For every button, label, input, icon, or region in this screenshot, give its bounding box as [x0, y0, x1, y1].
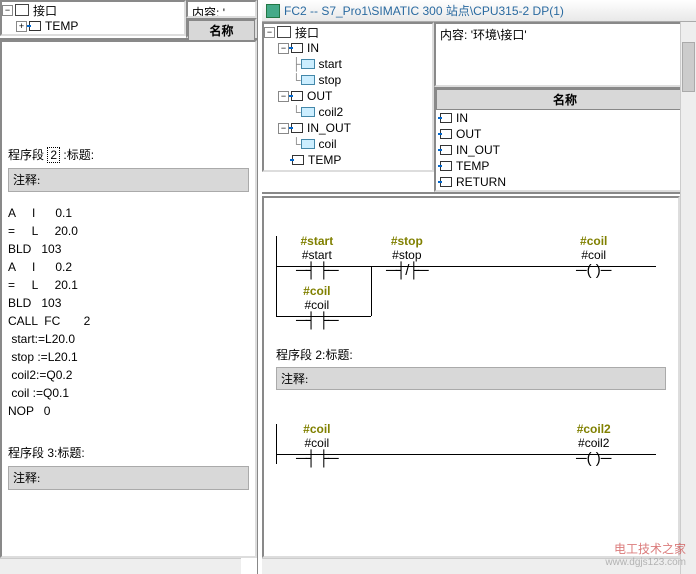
right-content-cell: 内容: '环境\接口'	[434, 22, 696, 87]
name-item[interactable]: OUT	[436, 126, 694, 142]
tree-start[interactable]: start	[319, 57, 342, 71]
tree-collapse-icon[interactable]: −	[278, 43, 289, 54]
param-icon	[291, 43, 303, 53]
right-interface-tree[interactable]: −接口 −IN ├ start └ stop −OUT └ coil2 −IN_…	[262, 22, 434, 172]
stl-line[interactable]: A I 0.1	[8, 204, 249, 222]
ladder-body: #start #start ─┤ ├─ #stop #stop ─┤/├─ #c…	[262, 196, 680, 558]
name-item[interactable]: IN	[436, 110, 694, 126]
block-icon	[15, 4, 29, 16]
stl-line[interactable]: BLD 103	[8, 240, 249, 258]
name-item-label: TEMP	[456, 159, 489, 173]
name-column-header[interactable]: 名称	[436, 89, 694, 110]
name-item[interactable]: IN_OUT	[436, 142, 694, 158]
var-icon	[301, 75, 315, 85]
tree-inout[interactable]: IN_OUT	[307, 121, 351, 135]
tree-out[interactable]: OUT	[307, 89, 332, 103]
stl-line[interactable]: BLD 103	[8, 294, 249, 312]
segment-2-title: 程序段 2 :标题:	[8, 146, 249, 164]
segment-3-title: 程序段 3:标题:	[8, 444, 249, 462]
param-icon	[29, 21, 41, 31]
left-code-body: 程序段 2 :标题: 注释: A I 0.1 = L 20.0 BLD 103 …	[0, 40, 257, 558]
param-icon	[440, 113, 452, 123]
left-content-cell: 内容: '	[186, 0, 257, 18]
comment-bar[interactable]: 注释:	[276, 367, 666, 390]
tree-coil[interactable]: coil	[319, 137, 337, 151]
comment-bar[interactable]: 注释:	[8, 466, 249, 490]
tree-collapse-icon[interactable]: −	[264, 27, 275, 38]
tree-expand-icon[interactable]: +	[16, 21, 27, 32]
output-coil[interactable]: #coil #coil ─( )─	[576, 234, 611, 279]
var-icon	[301, 59, 315, 69]
right-pane: FC2 -- S7_Pro1\SIMATIC 300 站点\CPU315-2 D…	[262, 0, 696, 574]
comment-bar[interactable]: 注释:	[8, 168, 249, 192]
param-icon	[440, 161, 452, 171]
left-pane: − 接口 + TEMP 内容: ' 名称 TEMP	[0, 0, 258, 574]
vertical-scrollbar[interactable]	[680, 22, 696, 574]
name-item-label: RETURN	[456, 175, 506, 189]
tree-collapse-icon[interactable]: −	[278, 123, 289, 134]
window-icon	[266, 4, 280, 18]
tree-root: 接口	[295, 24, 319, 41]
tree-stop[interactable]: stop	[319, 73, 342, 87]
param-icon	[440, 129, 452, 139]
segment-2-title: 程序段 2:标题:	[276, 346, 666, 363]
content-label: 内容:	[192, 6, 219, 18]
param-icon	[292, 155, 304, 165]
left-interface-tree[interactable]: − 接口 + TEMP	[0, 0, 186, 36]
name-item-label: IN_OUT	[456, 143, 500, 157]
tree-collapse-icon[interactable]: −	[2, 5, 13, 16]
name-item-label: IN	[456, 111, 468, 125]
stl-line[interactable]: NOP 0	[8, 402, 249, 420]
stl-line[interactable]: A I 0.2	[8, 258, 249, 276]
stl-line[interactable]: stop :=L20.1	[8, 348, 249, 366]
stl-line[interactable]: = L 20.0	[8, 222, 249, 240]
name-item-label: OUT	[456, 127, 481, 141]
param-icon	[291, 91, 303, 101]
ladder-rung-2[interactable]: #coil #coil ─┤ ├─ #coil2 #coil2 ─( )─	[276, 394, 666, 474]
stl-line[interactable]: coil :=Q0.1	[8, 384, 249, 402]
tree-temp-label: TEMP	[45, 19, 78, 33]
param-icon	[291, 123, 303, 133]
content-label: 内容:	[440, 28, 467, 42]
nc-contact-stop[interactable]: #stop #stop ─┤/├─	[386, 234, 428, 279]
tree-root-label: 接口	[33, 2, 57, 19]
no-contact-coil[interactable]: #coil #coil ─┤ ├─	[296, 284, 338, 329]
tree-in[interactable]: IN	[307, 41, 319, 55]
window-title: FC2 -- S7_Pro1\SIMATIC 300 站点\CPU315-2 D…	[284, 2, 564, 19]
stl-line[interactable]: coil2:=Q0.2	[8, 366, 249, 384]
tree-collapse-icon[interactable]: −	[278, 91, 289, 102]
stl-line[interactable]: start:=L20.0	[8, 330, 249, 348]
content-value: '环境\接口'	[471, 28, 527, 42]
param-icon	[440, 145, 452, 155]
content-value: '	[223, 6, 225, 18]
name-item[interactable]: TEMP	[436, 158, 694, 174]
no-contact-coil[interactable]: #coil #coil ─┤ ├─	[296, 422, 338, 467]
var-icon	[301, 139, 315, 149]
name-column-header[interactable]: 名称	[188, 20, 255, 41]
horizontal-scrollbar[interactable]	[0, 558, 241, 574]
ladder-rung-1[interactable]: #start #start ─┤ ├─ #stop #stop ─┤/├─ #c…	[276, 206, 666, 336]
stl-line[interactable]: = L 20.1	[8, 276, 249, 294]
scrollbar-thumb[interactable]	[682, 42, 695, 92]
param-icon	[440, 177, 452, 187]
output-coil2[interactable]: #coil2 #coil2 ─( )─	[576, 422, 611, 467]
name-item[interactable]: RETURN	[436, 174, 694, 190]
var-icon	[301, 107, 315, 117]
tree-coil2[interactable]: coil2	[319, 105, 344, 119]
tree-temp[interactable]: TEMP	[308, 153, 341, 167]
block-icon	[277, 26, 291, 38]
segment-number: 2	[47, 147, 60, 163]
window-titlebar[interactable]: FC2 -- S7_Pro1\SIMATIC 300 站点\CPU315-2 D…	[262, 0, 696, 22]
horizontal-scrollbar[interactable]	[262, 558, 680, 574]
no-contact-start[interactable]: #start #start ─┤ ├─	[296, 234, 338, 279]
stl-line[interactable]: CALL FC 2	[8, 312, 249, 330]
